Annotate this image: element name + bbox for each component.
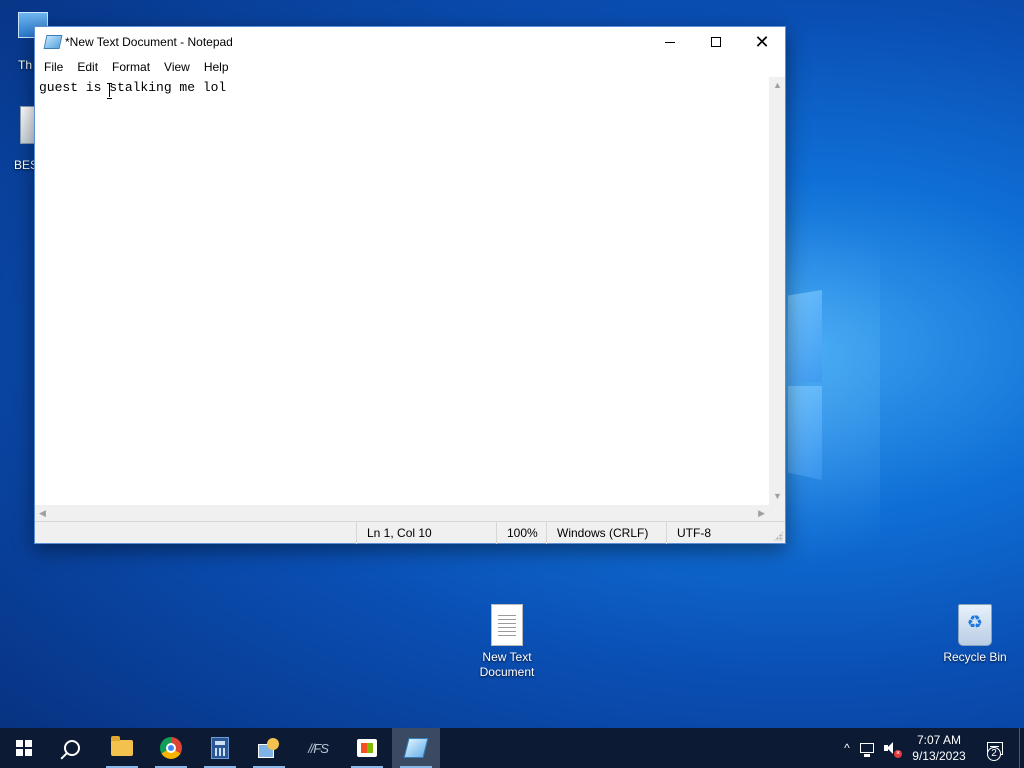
window-title: *New Text Document - Notepad — [65, 35, 233, 49]
network-button[interactable] — [860, 728, 882, 768]
network-icon — [860, 743, 874, 757]
start-button[interactable] — [0, 728, 48, 768]
status-encoding: UTF-8 — [666, 522, 766, 544]
volume-muted-icon: × — [884, 742, 902, 758]
desktop-icon-label: Th — [18, 58, 33, 72]
notepad-icon — [403, 738, 429, 758]
menu-view[interactable]: View — [157, 60, 197, 74]
minimize-button[interactable] — [647, 27, 693, 57]
store-icon — [357, 739, 377, 757]
taskbar-text-app[interactable]: //FS — [294, 728, 342, 768]
volume-button[interactable]: × — [884, 728, 906, 768]
clock-date: 9/13/2023 — [912, 749, 966, 763]
text-app-icon: //FS — [308, 740, 329, 756]
desktop-icon-label: Recycle Bin — [943, 650, 1007, 664]
notepad-icon — [43, 35, 63, 49]
vertical-scrollbar[interactable]: ▲ ▼ — [769, 77, 785, 505]
taskbar-notepad[interactable] — [392, 728, 440, 768]
taskbar-calculator[interactable] — [196, 728, 244, 768]
taskbar-file-explorer[interactable] — [98, 728, 146, 768]
editor-content[interactable]: guest is stalking me lol — [39, 80, 226, 95]
recycle-bin-icon — [958, 604, 992, 646]
notepad-window[interactable]: *New Text Document - Notepad ✕ File Edit… — [34, 26, 786, 544]
taskbar-store[interactable] — [343, 728, 391, 768]
show-desktop-button[interactable] — [1019, 728, 1024, 768]
status-line-ending: Windows (CRLF) — [546, 522, 666, 544]
search-icon — [64, 740, 80, 756]
scroll-down-icon[interactable]: ▼ — [773, 492, 782, 501]
new-text-document[interactable]: New Text Document — [467, 604, 547, 680]
title-bar[interactable]: *New Text Document - Notepad ✕ — [35, 27, 785, 57]
tool-icon — [258, 738, 280, 758]
status-position: Ln 1, Col 10 — [356, 522, 496, 544]
menu-file[interactable]: File — [37, 60, 70, 74]
scroll-up-icon[interactable]: ▲ — [773, 81, 782, 90]
search-button[interactable] — [48, 728, 96, 768]
recycle-bin[interactable]: Recycle Bin — [935, 604, 1015, 665]
mute-badge-icon: × — [894, 750, 902, 758]
scrollbar-corner — [769, 505, 785, 521]
taskbar-chrome[interactable] — [147, 728, 195, 768]
close-icon: ✕ — [754, 32, 770, 52]
text-cursor-icon — [107, 81, 113, 99]
calculator-icon — [211, 737, 229, 759]
window-controls: ✕ — [647, 27, 785, 57]
scroll-left-icon[interactable]: ◀ — [39, 509, 46, 518]
folder-icon — [111, 736, 133, 756]
close-button[interactable]: ✕ — [739, 27, 785, 57]
show-hidden-icons-button[interactable]: ^ — [838, 728, 856, 768]
menu-edit[interactable]: Edit — [70, 60, 105, 74]
chevron-up-icon: ^ — [844, 741, 850, 755]
status-zoom: 100% — [496, 522, 546, 544]
notification-count-badge: 2 — [987, 747, 1001, 761]
text-file-icon — [491, 604, 523, 646]
maximize-button[interactable] — [693, 27, 739, 57]
windows-logo-icon — [16, 740, 32, 756]
menu-bar: File Edit Format View Help — [35, 57, 785, 77]
scroll-right-icon[interactable]: ▶ — [758, 509, 765, 518]
system-clock[interactable]: 7:07 AM 9/13/2023 — [908, 728, 970, 768]
clock-time: 7:07 AM — [916, 733, 962, 747]
status-bar: Ln 1, Col 10 100% Windows (CRLF) UTF-8 — [35, 521, 785, 544]
chrome-icon — [160, 737, 182, 759]
menu-help[interactable]: Help — [197, 60, 236, 74]
taskbar-tool[interactable] — [245, 728, 293, 768]
desktop-icon-label: New Text Document — [479, 650, 535, 679]
menu-format[interactable]: Format — [105, 60, 157, 74]
resize-grip[interactable] — [773, 531, 783, 541]
text-editor[interactable]: guest is stalking me lol — [35, 77, 771, 505]
minimize-icon — [665, 41, 675, 43]
horizontal-scrollbar[interactable]: ◀ ▶ — [35, 505, 771, 521]
maximize-icon — [711, 37, 721, 47]
taskbar: //FS ^ × 7:07 AM 9/13/2023 2 — [0, 728, 1024, 768]
